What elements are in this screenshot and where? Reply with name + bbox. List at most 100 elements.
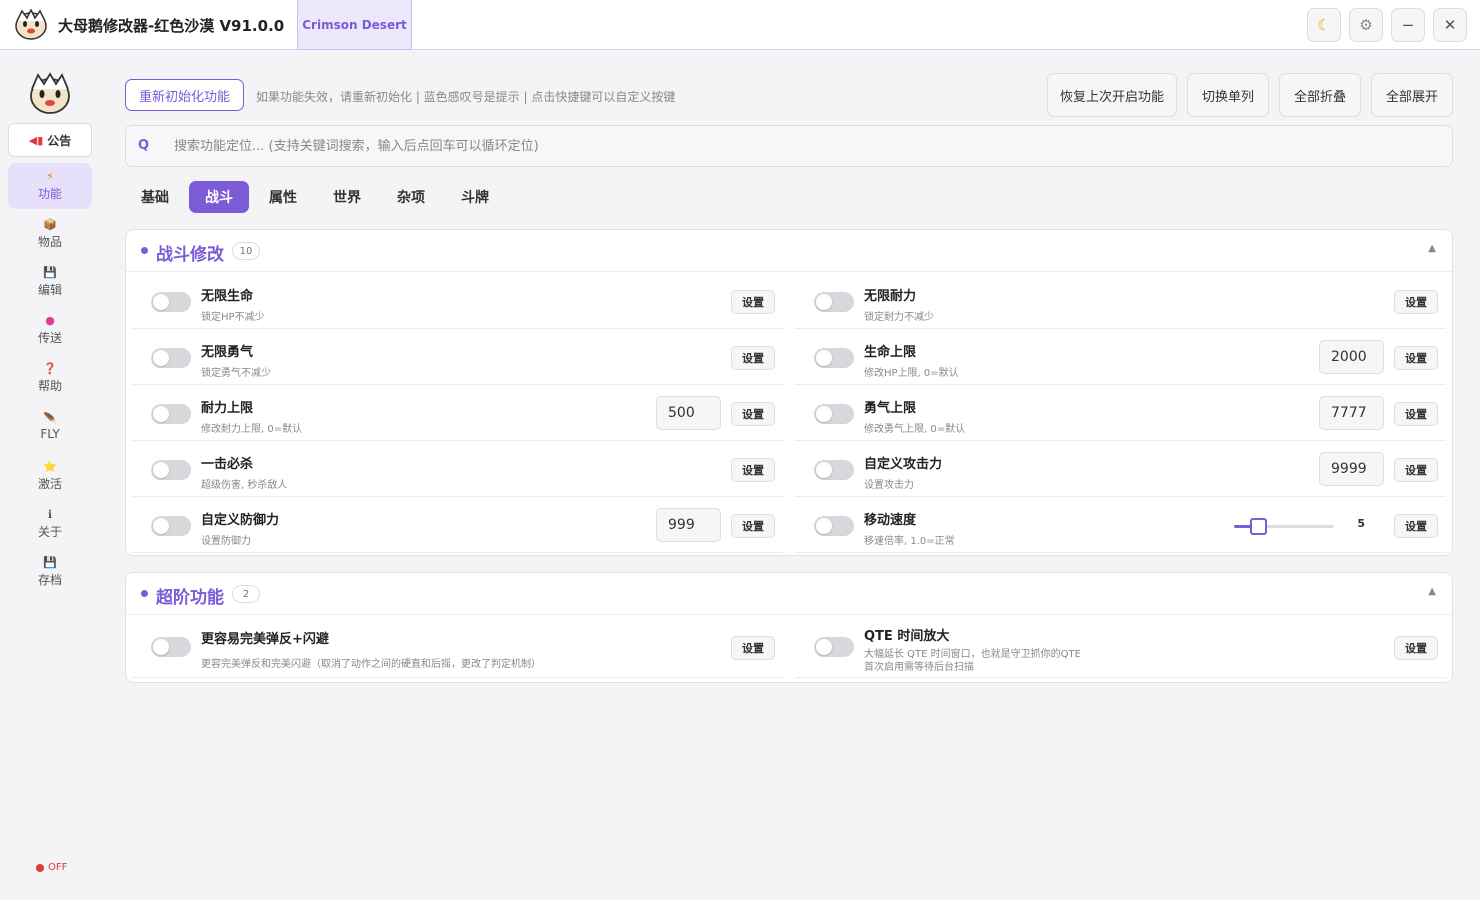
feature-name: 生命上限: [864, 345, 917, 360]
app-logo: [15, 9, 47, 40]
section-combat: 战斗修改 10 ▲ 无限生命 锁定HP不减少 设置 无限耐力 锁定耐力不减少 设…: [125, 229, 1453, 556]
feather-icon: 🪶: [43, 411, 57, 425]
settings-button[interactable]: 设置: [731, 346, 775, 370]
section-header[interactable]: 战斗修改 10 ▲: [126, 230, 1452, 272]
toggle-switch[interactable]: [151, 516, 191, 536]
toggle-switch[interactable]: [814, 637, 854, 657]
settings-button[interactable]: 设置: [1394, 636, 1438, 660]
section-dot: [141, 247, 148, 254]
settings-button[interactable]: 设置: [1394, 346, 1438, 370]
search-bar: Q: [125, 125, 1453, 167]
value-input[interactable]: [1319, 452, 1384, 486]
section-title: 战斗修改: [156, 245, 224, 265]
settings-button[interactable]: 设置: [1394, 290, 1438, 314]
tab-basic[interactable]: 基础: [125, 181, 185, 213]
reinit-button[interactable]: 重新初始化功能: [125, 79, 244, 111]
section-title: 超阶功能: [156, 588, 224, 608]
sidebar-item-label: 传送: [37, 331, 62, 345]
toggle-switch[interactable]: [814, 292, 854, 312]
toggle-single-column-button[interactable]: 切换单列: [1187, 73, 1269, 117]
sidebar-item-help[interactable]: ❓ 帮助: [8, 355, 92, 401]
feature-name: QTE 时间放大: [864, 629, 950, 644]
tab-misc[interactable]: 杂项: [381, 181, 441, 213]
toggle-switch[interactable]: [814, 460, 854, 480]
settings-button[interactable]: 设置: [731, 290, 775, 314]
collapse-icon[interactable]: ▲: [1428, 586, 1436, 597]
sidebar-item-fly[interactable]: 🪶 FLY: [8, 403, 92, 449]
toggle-switch[interactable]: [151, 348, 191, 368]
restore-last-button[interactable]: 恢复上次开启功能: [1047, 73, 1177, 117]
feature-name: 无限勇气: [201, 345, 254, 360]
search-input[interactable]: [174, 126, 1444, 166]
toggle-switch[interactable]: [151, 404, 191, 424]
moon-icon[interactable]: ☾: [1307, 8, 1341, 42]
slider-value: 5: [1357, 517, 1365, 530]
collapse-icon[interactable]: ▲: [1428, 243, 1436, 254]
status-indicator: OFF: [36, 862, 67, 873]
toggle-switch[interactable]: [151, 637, 191, 657]
tab-combat[interactable]: 战斗: [189, 181, 249, 213]
toggle-switch[interactable]: [151, 292, 191, 312]
speed-slider[interactable]: [1234, 518, 1334, 535]
settings-button[interactable]: 设置: [1394, 402, 1438, 426]
sidebar-item-items[interactable]: 📦 物品: [8, 211, 92, 257]
expand-all-button[interactable]: 全部展开: [1371, 73, 1453, 117]
sidebar-item-label: 编辑: [37, 283, 62, 297]
tab-cards[interactable]: 斗牌: [445, 181, 505, 213]
sidebar-item-label: 激活: [37, 477, 62, 491]
avatar: [30, 72, 70, 114]
section-count-badge: 10: [232, 242, 260, 260]
sidebar-item-archive[interactable]: 💾 存档: [8, 549, 92, 595]
section-count-badge: 2: [232, 585, 260, 603]
feature-desc: 设置防御力: [201, 536, 251, 547]
feature-name: 耐力上限: [201, 401, 254, 416]
value-input[interactable]: [1319, 396, 1384, 430]
settings-button[interactable]: 设置: [1394, 458, 1438, 482]
tab-attributes[interactable]: 属性: [253, 181, 313, 213]
box-icon: 📦: [43, 218, 57, 231]
sidebar-item-edit[interactable]: 💾 编辑: [8, 259, 92, 305]
search-icon: Q: [138, 138, 150, 153]
toggle-switch[interactable]: [814, 404, 854, 424]
feature-row-move-speed: 移动速度 移速倍率, 1.0=正常 5 设置: [795, 497, 1446, 553]
sidebar-item-teleport[interactable]: ● 传送: [8, 307, 92, 353]
toggle-switch[interactable]: [814, 348, 854, 368]
value-input[interactable]: [656, 396, 721, 430]
close-button[interactable]: ✕: [1433, 8, 1467, 42]
sidebar-item-label: 物品: [37, 235, 62, 249]
feature-desc: 设置攻击力: [864, 480, 914, 491]
feature-row-qte-time: QTE 时间放大 大幅延长 QTE 时间窗口，也就是守卫抓你的QTE 首次启用需…: [795, 616, 1446, 678]
sidebar-item-activate[interactable]: ⭐ 激活: [8, 453, 92, 499]
collapse-all-button[interactable]: 全部折叠: [1279, 73, 1361, 117]
feature-name: 无限生命: [201, 289, 254, 304]
toggle-switch[interactable]: [151, 460, 191, 480]
feature-row-infinite-stamina: 无限耐力 锁定耐力不减少 设置: [795, 273, 1446, 329]
settings-button[interactable]: 设置: [731, 636, 775, 660]
sidebar-item-about[interactable]: ℹ 关于: [8, 501, 92, 547]
feature-row-infinite-courage: 无限勇气 锁定勇气不减少 设置: [132, 329, 783, 385]
notice-label: 公告: [47, 133, 72, 148]
minimize-button[interactable]: −: [1391, 8, 1425, 42]
feature-desc: 超级伤害, 秒杀敌人: [201, 480, 288, 491]
value-input[interactable]: [656, 508, 721, 542]
status-dot: [36, 863, 44, 872]
feature-name: 一击必杀: [201, 457, 254, 472]
tab-world[interactable]: 世界: [317, 181, 377, 213]
toggle-switch[interactable]: [814, 516, 854, 536]
info-icon: ℹ: [47, 508, 53, 521]
feature-desc: 移速倍率, 1.0=正常: [864, 536, 955, 547]
slider-handle[interactable]: [1250, 518, 1267, 535]
value-input[interactable]: [1319, 340, 1384, 374]
teleport-icon: ●: [45, 314, 55, 327]
feature-name: 自定义防御力: [201, 513, 280, 528]
notice-button[interactable]: ◀▮ 公告: [8, 123, 92, 157]
settings-button[interactable]: 设置: [731, 458, 775, 482]
settings-button[interactable]: 设置: [1394, 514, 1438, 538]
settings-button[interactable]: 设置: [731, 402, 775, 426]
feature-row-one-hit-kill: 一击必杀 超级伤害, 秒杀敌人 设置: [132, 441, 783, 497]
section-header[interactable]: 超阶功能 2 ▲: [126, 573, 1452, 615]
gear-icon[interactable]: ⚙: [1349, 8, 1383, 42]
sidebar-item-function[interactable]: ⚡ 功能: [8, 163, 92, 209]
settings-button[interactable]: 设置: [731, 514, 775, 538]
game-tab[interactable]: Crimson Desert: [297, 0, 412, 50]
